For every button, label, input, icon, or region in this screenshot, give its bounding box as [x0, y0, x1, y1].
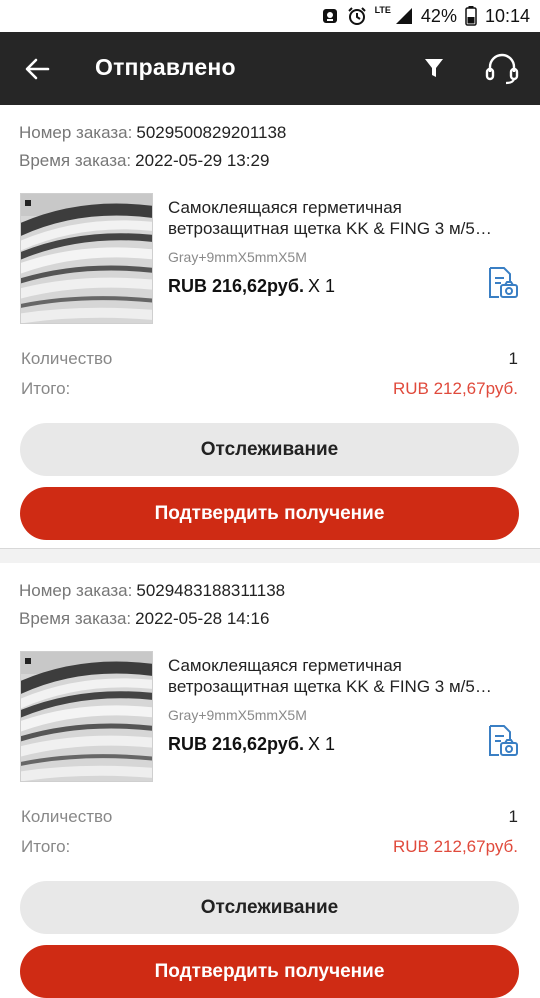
- order-number: 5029483188311138: [136, 581, 286, 600]
- network-type: LTE: [374, 5, 391, 15]
- product-sku: Gray+9mmX5mmX5M: [168, 707, 307, 723]
- product-image[interactable]: [20, 193, 153, 324]
- product-image[interactable]: [20, 651, 153, 782]
- order-time: 2022-05-28 14:16: [135, 609, 270, 628]
- tracking-button[interactable]: Отслеживание: [20, 423, 519, 476]
- support-button[interactable]: [482, 50, 522, 88]
- order-number: 5029500829201138: [136, 123, 287, 142]
- alarm-icon: [347, 7, 366, 25]
- quantity-label: Количество: [21, 807, 113, 826]
- filter-icon: [425, 59, 443, 77]
- product-title[interactable]: Самоклеящаяся герметичная ветрозащитная …: [168, 655, 520, 697]
- product-qty: X 1: [307, 734, 335, 754]
- product-title-line: Самоклеящаяся герметичная: [168, 656, 402, 675]
- signal-icon: [395, 8, 412, 24]
- order-number-row: Номер заказа: 5029500829201138: [19, 123, 286, 143]
- product-price: RUB 216,62руб.: [168, 276, 304, 296]
- back-button[interactable]: [18, 50, 56, 88]
- product-title-line: Самоклеящаяся герметичная: [168, 198, 402, 217]
- app-bar: Отправлено: [0, 32, 540, 105]
- order-time: 2022-05-29 13:29: [135, 151, 270, 170]
- total-value: RUB 212,67руб.: [392, 837, 518, 856]
- photo-review-icon: [489, 725, 518, 756]
- product-title[interactable]: Самоклеящаяся герметичная ветрозащитная …: [168, 197, 520, 239]
- photo-review-button[interactable]: [484, 265, 520, 301]
- order-time-label: Время заказа:: [19, 151, 132, 170]
- quantity-value: 1: [508, 807, 518, 826]
- order-time-label: Время заказа:: [19, 609, 132, 628]
- status-indicators: LTE 42% 10:14: [321, 0, 530, 32]
- product-price-row: RUB 216,62руб. X 1: [168, 734, 335, 755]
- product-price-row: RUB 216,62руб. X 1: [168, 276, 335, 297]
- quantity-label: Количество: [21, 349, 113, 368]
- total-label: Итого:: [21, 379, 71, 398]
- photo-review-button[interactable]: [484, 723, 520, 759]
- confirm-receipt-button[interactable]: Подтвердить получение: [20, 487, 519, 540]
- total-value: RUB 212,67руб.: [392, 379, 518, 398]
- back-arrow-icon: [25, 58, 50, 80]
- filter-button[interactable]: [418, 52, 450, 84]
- headset-icon: [485, 53, 519, 85]
- order-card: Номер заказа: 5029483188311138 Время зака…: [0, 563, 540, 998]
- confirm-receipt-button[interactable]: Подтвердить получение: [20, 945, 519, 998]
- product-sku: Gray+9mmX5mmX5M: [168, 249, 307, 265]
- tracking-button[interactable]: Отслеживание: [20, 881, 519, 934]
- order-number-label: Номер заказа:: [19, 581, 133, 600]
- total-label: Итого:: [21, 837, 71, 856]
- clock: 10:14: [484, 5, 530, 26]
- product-title-line: ветрозащитная щетка KK & FING 3 м/5…: [168, 677, 492, 696]
- notification-icon: [322, 9, 337, 23]
- order-time-row: Время заказа: 2022-05-28 14:16: [19, 609, 269, 629]
- status-bar: LTE 42% 10:14: [0, 0, 540, 32]
- order-time-row: Время заказа: 2022-05-29 13:29: [19, 151, 269, 171]
- order-number-row: Номер заказа: 5029483188311138: [19, 581, 285, 601]
- product-title-line: ветрозащитная щетка KK & FING 3 м/5…: [168, 219, 492, 238]
- battery-icon: [465, 6, 477, 26]
- order-card: Номер заказа: 5029500829201138 Время зака…: [0, 105, 540, 550]
- order-divider: [0, 548, 540, 563]
- quantity-value: 1: [508, 349, 518, 368]
- battery-level: 42%: [420, 5, 457, 26]
- product-qty: X 1: [307, 276, 335, 296]
- product-price: RUB 216,62руб.: [168, 734, 304, 754]
- photo-review-icon: [489, 267, 518, 298]
- order-number-label: Номер заказа:: [19, 123, 133, 142]
- page-title: Отправлено: [95, 54, 236, 80]
